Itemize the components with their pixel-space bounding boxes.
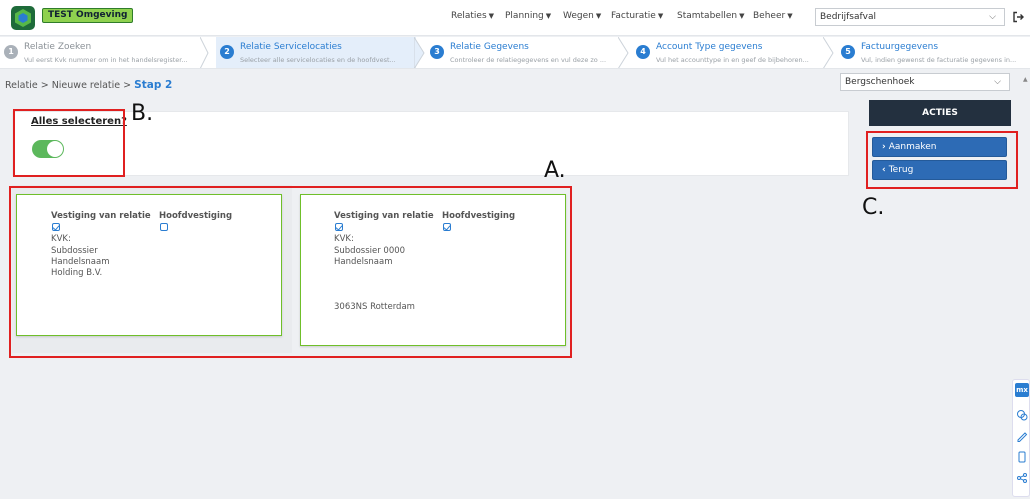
top-navbar: TEST Omgeving Relaties ▼ Planning ▼ Wegen ▼… [0, 0, 1030, 36]
annotation-box-a [9, 186, 572, 358]
breadcrumb: Relatie > Nieuwe relatie > Stap 2 [5, 79, 173, 91]
nav-stamtabellen[interactable]: Stamtabellen ▼ [677, 11, 744, 21]
annotation-label-b: B. [131, 101, 154, 126]
caret-down-icon: ▼ [657, 12, 664, 20]
nav-relaties[interactable]: Relaties ▼ [451, 11, 494, 21]
share-icon[interactable] [1016, 472, 1028, 484]
nav-facturatie[interactable]: Facturatie ▼ [611, 11, 663, 21]
caret-down-icon: ▼ [787, 12, 793, 20]
scroll-up-icon[interactable]: ▲ [1023, 76, 1028, 83]
annotation-box-c [866, 131, 1018, 189]
step-number: 3 [430, 45, 444, 59]
step-title: Relatie Gegevens [450, 42, 529, 52]
wizard-steps: 1 Relatie Zoeken Vul eerst Kvk nummer om… [0, 37, 1030, 69]
actions-title: ACTIES [869, 100, 1011, 126]
annotation-box-b [13, 109, 125, 177]
environment-badge: TEST Omgeving [42, 8, 134, 23]
step-arrow-icon [618, 37, 629, 68]
nav-wegen[interactable]: Wegen ▼ [563, 11, 601, 21]
caret-down-icon: ▼ [595, 12, 602, 20]
step-title: Factuurgegevens [861, 42, 939, 52]
caret-down-icon: ▼ [488, 12, 495, 20]
step-description: Selecteer alle servicelocaties en de hoo… [240, 56, 396, 64]
step-arrow-icon [200, 37, 209, 68]
step-description: Vul eerst Kvk nummer om in het handelsre… [24, 56, 188, 64]
location-select[interactable]: Bergschenhoek ⌵ [840, 73, 1010, 91]
wizard-step-4[interactable]: 4 Account Type gegevens Vul het accountt… [632, 37, 832, 68]
wizard-step-1[interactable]: 1 Relatie Zoeken Vul eerst Kvk nummer om… [0, 37, 209, 68]
wizard-step-2[interactable]: 2 Relatie Servicelocaties Selecteer alle… [216, 37, 416, 68]
logout-icon[interactable] [1012, 11, 1024, 23]
step-number: 2 [220, 45, 234, 59]
annotation-label-c: C. [862, 195, 885, 220]
step-title: Relatie Servicelocaties [240, 42, 342, 52]
caret-down-icon: ▼ [545, 12, 552, 20]
wizard-step-5[interactable]: 5 Factuurgegevens Vul, indien gewenst de… [837, 37, 1030, 68]
step-number: 4 [636, 45, 650, 59]
app-logo-icon[interactable] [10, 5, 36, 31]
step-arrow-icon [823, 37, 834, 68]
floating-toolbar: mx [1012, 379, 1030, 497]
step-number: 5 [841, 45, 855, 59]
step-title: Account Type gegevens [656, 42, 763, 52]
mobile-icon[interactable] [1016, 451, 1028, 463]
nav-beheer[interactable]: Beheer ▼ [753, 11, 793, 21]
step-number: 1 [4, 45, 18, 59]
step-description: Vul het accounttype in en geef de bijbeh… [656, 56, 809, 64]
mendix-logo-icon[interactable]: mx [1015, 383, 1029, 397]
step-description: Controleer de relatiegegevens en vul dez… [450, 56, 607, 64]
breadcrumb-current: Stap 2 [134, 79, 173, 91]
caret-down-icon: ▼ [739, 12, 745, 20]
wizard-step-3[interactable]: 3 Relatie Gegevens Controleer de relatie… [426, 37, 626, 68]
step-description: Vul, indien gewenst de facturatie gegeve… [861, 56, 1017, 64]
step-title: Relatie Zoeken [24, 42, 92, 52]
company-select[interactable]: Bedrijfsafval ⌵ [815, 8, 1005, 26]
chevron-down-icon: ⌵ [989, 12, 996, 22]
step-arrow-icon [414, 37, 425, 68]
annotation-label-a: A. [544, 158, 566, 183]
nav-planning[interactable]: Planning ▼ [505, 11, 551, 21]
chevron-down-icon: ⌵ [994, 77, 1001, 87]
pencil-icon[interactable] [1016, 430, 1028, 442]
chat-icon[interactable] [1016, 409, 1028, 421]
